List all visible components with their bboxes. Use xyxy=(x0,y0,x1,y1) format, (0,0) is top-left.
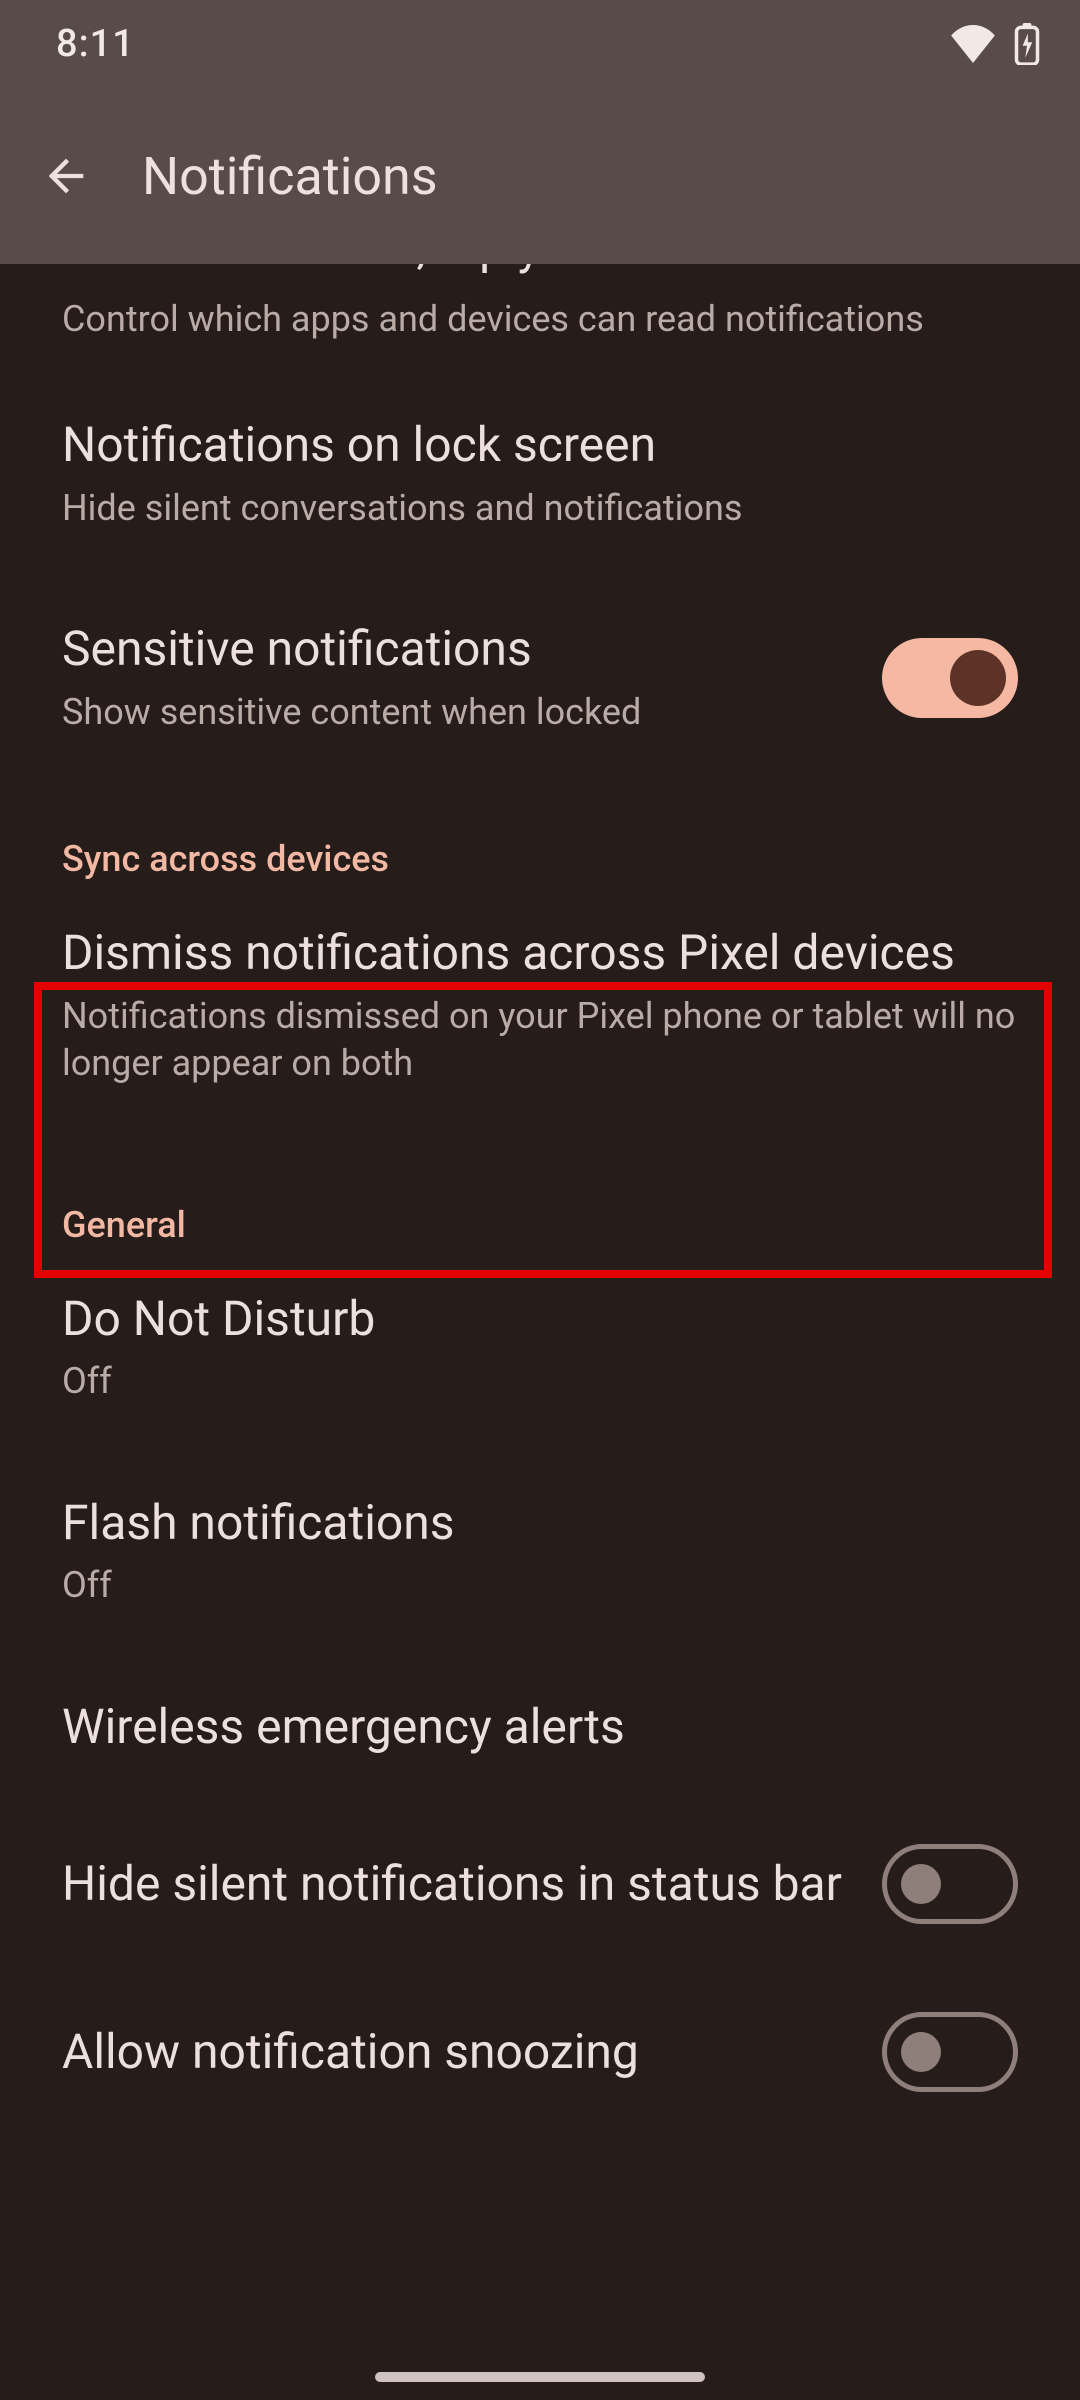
section-header-sync: Sync across devices xyxy=(0,780,1080,880)
setting-title: Wireless emergency alerts xyxy=(62,1698,1018,1757)
setting-subtitle: Hide silent conversations and notificati… xyxy=(62,485,1018,533)
content-scroll[interactable]: Notification read, reply & control Contr… xyxy=(0,264,1080,2400)
setting-subtitle: Notifications dismissed on your Pixel ph… xyxy=(62,993,1018,1088)
statusbar-right xyxy=(950,23,1040,65)
setting-title: Dismiss notifications across Pixel devic… xyxy=(62,924,1018,983)
back-icon[interactable] xyxy=(40,150,92,202)
setting-subtitle: Show sensitive content when locked xyxy=(62,689,842,737)
setting-title: Hide silent notifications in status bar xyxy=(62,1855,842,1914)
setting-sensitive-notifications[interactable]: Sensitive notifications Show sensitive c… xyxy=(0,576,1080,780)
setting-lockscreen-notifications[interactable]: Notifications on lock screen Hide silent… xyxy=(0,372,1080,576)
setting-notification-read-reply[interactable]: Notification read, reply & control Contr… xyxy=(0,264,1080,372)
setting-allow-snoozing[interactable]: Allow notification snoozing xyxy=(0,1968,1080,2136)
setting-title: Flash notifications xyxy=(62,1494,1018,1553)
section-header-general: General xyxy=(0,1146,1080,1246)
setting-dismiss-across-pixel[interactable]: Dismiss notifications across Pixel devic… xyxy=(0,880,1080,1146)
setting-title: Do Not Disturb xyxy=(62,1290,1018,1349)
app-bar: Notifications xyxy=(0,88,1080,264)
toggle-allow-snoozing[interactable] xyxy=(882,2012,1018,2092)
setting-title: Sensitive notifications xyxy=(62,620,842,679)
toggle-sensitive-notifications[interactable] xyxy=(882,638,1018,718)
setting-subtitle: Off xyxy=(62,1358,1018,1406)
status-bar: 8:11 xyxy=(0,0,1080,88)
wifi-icon xyxy=(950,25,996,63)
toggle-hide-silent[interactable] xyxy=(882,1844,1018,1924)
setting-title: Notifications on lock screen xyxy=(62,416,1018,475)
setting-wireless-emergency-alerts[interactable]: Wireless emergency alerts xyxy=(0,1654,1080,1801)
setting-title: Allow notification snoozing xyxy=(62,2023,842,2082)
home-indicator[interactable] xyxy=(375,2372,705,2382)
setting-hide-silent-statusbar[interactable]: Hide silent notifications in status bar xyxy=(0,1800,1080,1968)
setting-subtitle: Off xyxy=(62,1562,1018,1610)
setting-do-not-disturb[interactable]: Do Not Disturb Off xyxy=(0,1246,1080,1450)
statusbar-clock: 8:11 xyxy=(56,22,135,66)
page-title: Notifications xyxy=(142,146,438,207)
setting-flash-notifications[interactable]: Flash notifications Off xyxy=(0,1450,1080,1654)
setting-subtitle: Control which apps and devices can read … xyxy=(62,296,1018,344)
setting-title: Notification read, reply & control xyxy=(62,264,1018,277)
battery-charging-icon xyxy=(1014,23,1040,65)
